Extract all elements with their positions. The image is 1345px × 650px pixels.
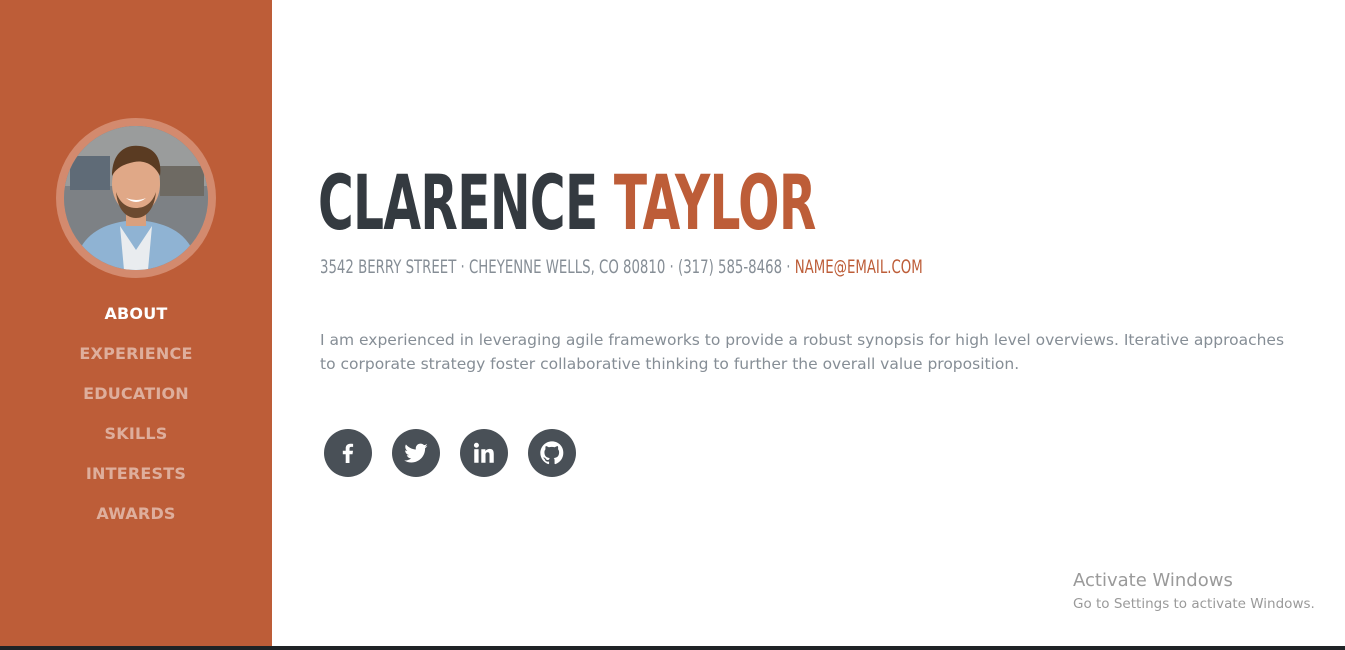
email-link[interactable]: NAME@EMAIL.COM	[795, 256, 923, 278]
page-title: CLARENCE TAYLOR	[318, 158, 816, 248]
windows-activation-watermark: Activate Windows Go to Settings to activ…	[1073, 569, 1315, 615]
github-button[interactable]	[528, 429, 576, 477]
watermark-subtitle: Go to Settings to activate Windows.	[1073, 596, 1315, 612]
about-text: I am experienced in leveraging agile fra…	[320, 331, 1285, 373]
sidebar-item-awards[interactable]: AWARDS	[96, 504, 175, 523]
github-icon	[540, 441, 564, 465]
social-icons	[324, 429, 596, 477]
facebook-icon	[342, 443, 354, 463]
linkedin-button[interactable]	[460, 429, 508, 477]
profile-photo-ring	[56, 118, 216, 278]
sidebar-nav: ABOUT EXPERIENCE EDUCATION SKILLS INTERE…	[0, 298, 272, 538]
sidebar-item-experience[interactable]: EXPERIENCE	[79, 344, 192, 363]
twitter-icon	[404, 443, 428, 463]
sidebar-item-education[interactable]: EDUCATION	[83, 384, 189, 403]
taskbar-edge	[0, 646, 1345, 650]
sidebar-item-skills[interactable]: SKILLS	[105, 424, 168, 443]
linkedin-icon	[473, 442, 494, 463]
contact-info: 3542 BERRY STREET · CHEYENNE WELLS, CO 8…	[320, 254, 923, 280]
last-name: TAYLOR	[613, 158, 816, 247]
address-text: 3542 BERRY STREET · CHEYENNE WELLS, CO 8…	[320, 256, 791, 278]
first-name: CLARENCE	[318, 158, 598, 247]
facebook-button[interactable]	[324, 429, 372, 477]
sidebar-item-interests[interactable]: INTERESTS	[86, 464, 186, 483]
sidebar-item-about[interactable]: ABOUT	[104, 304, 167, 323]
twitter-button[interactable]	[392, 429, 440, 477]
profile-photo	[64, 126, 208, 270]
sidebar: ABOUT EXPERIENCE EDUCATION SKILLS INTERE…	[0, 0, 272, 650]
watermark-title: Activate Windows	[1073, 570, 1233, 591]
